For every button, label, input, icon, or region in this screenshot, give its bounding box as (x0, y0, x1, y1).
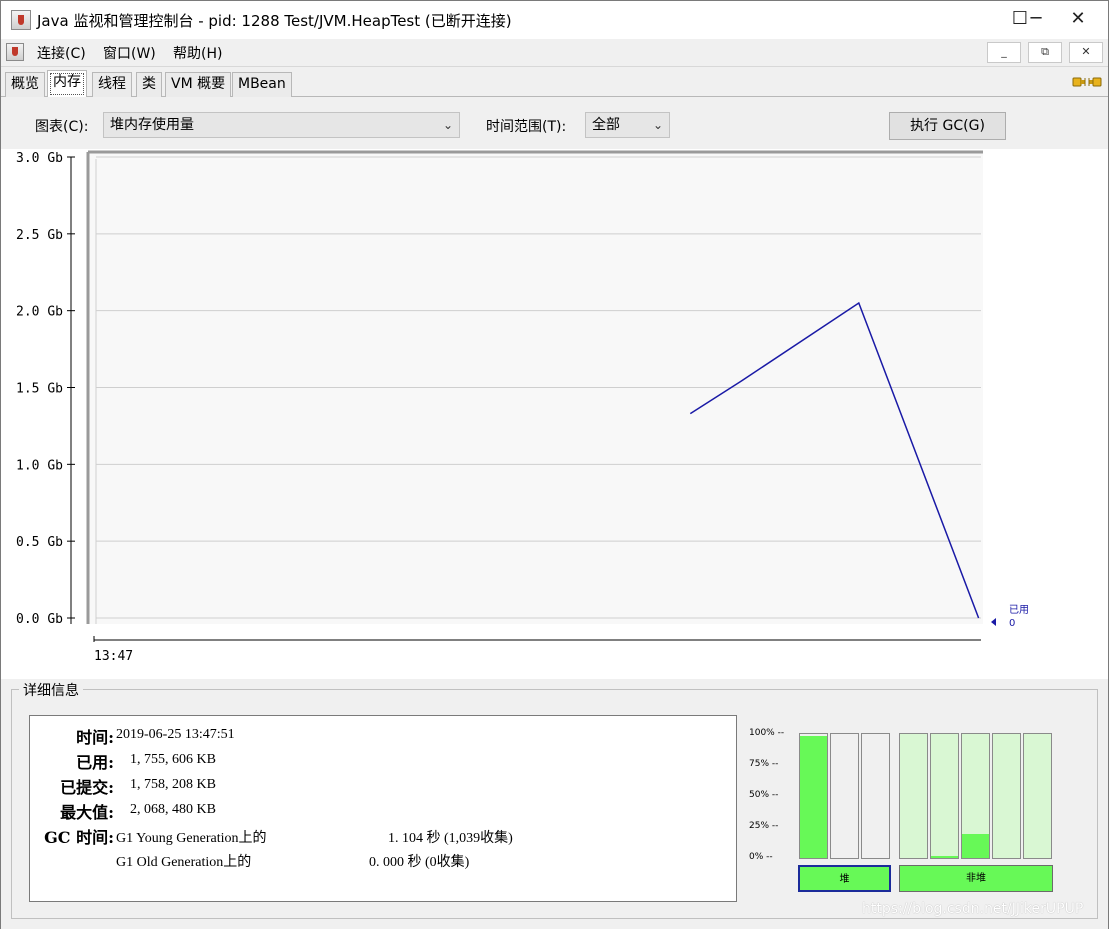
detail-value-gc-old-time: 0. 000 秒 (0收集) (369, 855, 470, 870)
y-tick-label: 2.5 Gb (16, 228, 63, 243)
detail-row-used: 已用: (30, 749, 114, 773)
window-title: Java 监视和管理控制台 - pid: 1288 Test/JVM.HeapT… (37, 12, 512, 30)
detail-row-committed: 已提交: (30, 774, 114, 798)
tab-mbean[interactable]: MBean (232, 72, 292, 97)
y-tick-label: 1.0 Gb (16, 458, 63, 473)
mdi-close-button[interactable]: ✕ (1069, 42, 1103, 63)
perform-gc-button[interactable]: 执行 GC(G) (889, 112, 1006, 140)
heap-pool-button[interactable]: 堆 (798, 865, 891, 892)
time-range-value: 全部 (592, 117, 620, 133)
series-legend-label: 已用 (1009, 605, 1029, 616)
mdi-minimize-button[interactable]: _ (987, 42, 1021, 63)
disconnected-plug-icon[interactable] (1072, 73, 1102, 91)
heap-usage-chart-svg: 3.0 Gb 2.5 Gb 2.0 Gb 1.5 Gb 1.0 Gb 0.5 Gb 0.0 … (16, 150, 1029, 664)
maximize-window-button[interactable]: ☐ (997, 1, 1043, 39)
nonheap-pool-button[interactable]: 非堆 (899, 865, 1053, 892)
heap-pool-bar[interactable] (799, 733, 828, 859)
close-window-button[interactable]: ✕ (1055, 1, 1101, 39)
menu-bar: 连接(C) 窗口(W) 帮助(H) _ ⧉ ✕ (1, 39, 1108, 67)
time-range-select[interactable]: 全部 ⌄ (585, 112, 670, 138)
detail-key: GC 时间: (44, 828, 114, 847)
mdi-restore-button[interactable]: ⧉ (1028, 42, 1062, 63)
chart-label: 图表(C): (35, 119, 89, 135)
tab-threads[interactable]: 线程 (92, 72, 132, 97)
pool-bar-fill (931, 855, 958, 858)
memory-panel: 图表(C): 堆内存使用量 ⌄ 时间范围(T): 全部 ⌄ 执行 GC(G) 3… (1, 97, 1108, 929)
nonheap-pool-bar[interactable] (992, 733, 1021, 859)
jconsole-window: Java 监视和管理控制台 - pid: 1288 Test/JVM.HeapT… (0, 0, 1109, 929)
y-tick-label: 0.5 Gb (16, 535, 63, 550)
detail-value-committed: 1, 758, 208 KB (130, 777, 216, 792)
heap-pool-bar[interactable] (830, 733, 859, 859)
detail-row-max: 最大值: (30, 799, 114, 823)
chevron-down-icon: ⌄ (442, 118, 453, 132)
y-tick-label: 1.5 Gb (16, 382, 63, 397)
detail-key: 时间: (76, 728, 114, 747)
pool-tick-label: 50% -- (749, 790, 779, 800)
chart-select-value: 堆内存使用量 (110, 117, 194, 133)
series-current-value: 0 (1009, 618, 1015, 629)
heap-pool-bar[interactable] (861, 733, 890, 859)
nonheap-pool-bar[interactable] (961, 733, 990, 859)
tab-bar: 概览 内存 线程 类 VM 概要 MBean (1, 67, 1108, 98)
detail-value-time: 2019-06-25 13:47:51 (116, 727, 235, 742)
time-range-label: 时间范围(T): (486, 119, 567, 135)
x-tick-label: 13:47 (94, 649, 133, 664)
pool-tick-label: 0% -- (749, 852, 773, 862)
detail-value-used: 1, 755, 606 KB (130, 752, 216, 767)
java-menu-icon[interactable] (6, 43, 24, 61)
memory-details-box: 时间: 2019-06-25 13:47:51 已用: 1, 755, 606 … (29, 715, 737, 902)
nonheap-pool-bar[interactable] (899, 733, 928, 859)
tab-overview[interactable]: 概览 (5, 72, 45, 97)
details-title: 详细信息 (19, 680, 83, 700)
detail-key: 已用: (76, 753, 114, 772)
pool-tick-label: 100% -- (749, 728, 785, 738)
java-app-icon (11, 10, 31, 30)
detail-row-gc-time: GC 时间: (30, 824, 114, 848)
detail-value-max: 2, 068, 480 KB (130, 802, 216, 817)
detail-row-time: 时间: (30, 724, 114, 748)
detail-value-gc-young: G1 Young Generation上的 (116, 831, 267, 846)
nonheap-pool-bar[interactable] (1023, 733, 1052, 859)
tab-memory[interactable]: 内存 (47, 70, 87, 98)
detail-value-gc-old: G1 Old Generation上的 (116, 855, 252, 870)
chart-select[interactable]: 堆内存使用量 ⌄ (103, 112, 460, 138)
nonheap-pool-bar[interactable] (930, 733, 959, 859)
tab-vm-summary[interactable]: VM 概要 (165, 72, 232, 97)
heap-usage-chart: 3.0 Gb 2.5 Gb 2.0 Gb 1.5 Gb 1.0 Gb 0.5 Gb 0.0 … (1, 149, 1108, 679)
pool-bar-fill (962, 834, 989, 858)
detail-value-gc-young-time: 1. 104 秒 (1,039收集) (388, 831, 513, 846)
pool-tick-label: 25% -- (749, 821, 779, 831)
tab-classes[interactable]: 类 (136, 72, 162, 97)
watermark: https://blog.csdn.net/JJikerUPUP (862, 901, 1084, 917)
detail-key: 已提交: (60, 778, 114, 797)
title-bar: Java 监视和管理控制台 - pid: 1288 Test/JVM.HeapT… (1, 1, 1108, 39)
memory-pool-bars: 100% -- 75% -- 50% -- 25% -- 0% -- 堆 非堆 (749, 717, 1059, 897)
y-tick-label: 3.0 Gb (16, 151, 63, 166)
current-value-marker-icon (991, 618, 996, 626)
menu-help[interactable]: 帮助(H) (173, 43, 222, 63)
chevron-down-icon: ⌄ (652, 118, 663, 132)
detail-key: 最大值: (60, 803, 114, 822)
pool-bar-fill (800, 736, 827, 858)
y-tick-label: 0.0 Gb (16, 612, 63, 627)
menu-window[interactable]: 窗口(W) (103, 43, 156, 63)
pool-tick-label: 75% -- (749, 759, 779, 769)
menu-connection[interactable]: 连接(C) (37, 43, 86, 63)
y-tick-label: 2.0 Gb (16, 305, 63, 320)
